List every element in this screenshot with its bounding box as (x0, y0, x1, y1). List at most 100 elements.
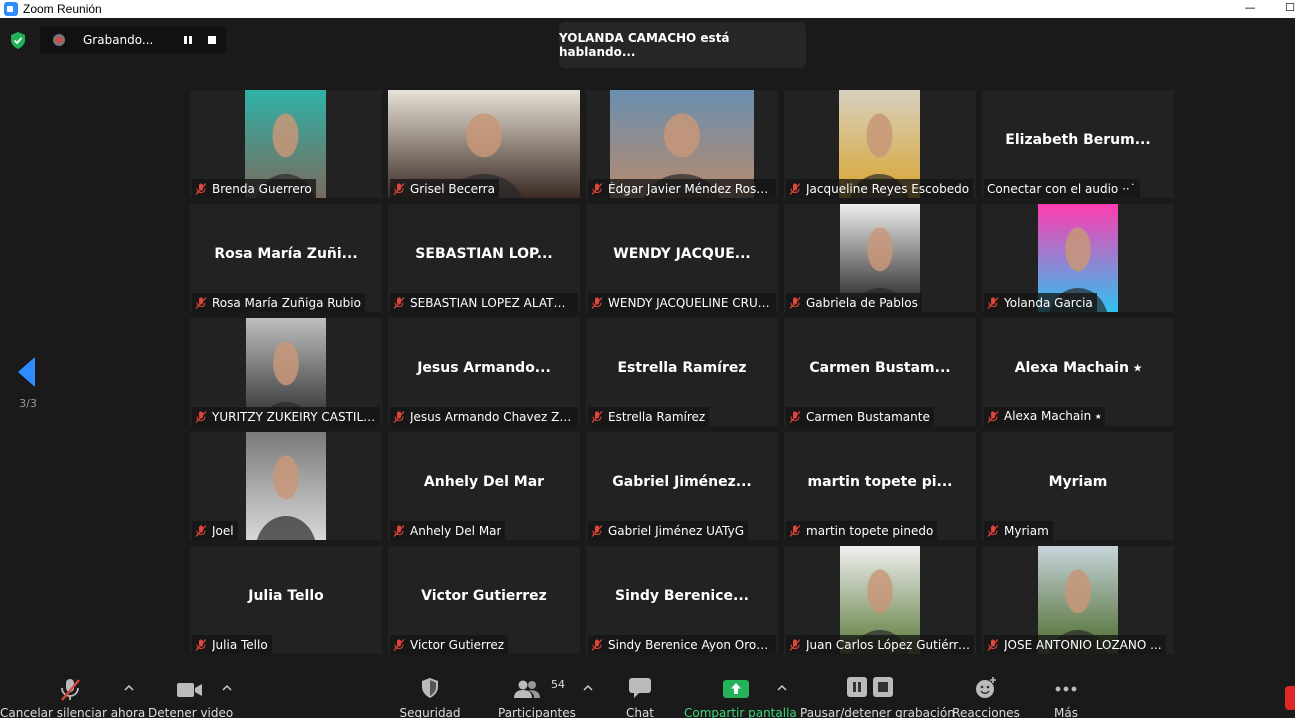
participant-display-name: Alexa Machain ⭑ (1014, 360, 1142, 376)
participant-display-name: SEBASTIAN LOP... (415, 246, 553, 262)
participant-name-text: Rosa María Zuñiga Rubio (212, 295, 361, 310)
pause-recording-icon[interactable] (182, 34, 194, 46)
share-screen-button[interactable]: Compartir pantalla (684, 666, 797, 718)
muted-microphone-icon (393, 296, 405, 309)
chat-button[interactable]: Chat (615, 666, 665, 718)
security-button[interactable]: Seguridad (395, 666, 465, 718)
participant-tile[interactable]: Estrella Ramírez Estrella Ramírez (586, 318, 778, 426)
share-options-caret-icon[interactable] (777, 684, 787, 692)
participant-tile[interactable]: Gabriela de Pablos (784, 204, 976, 312)
video-camera-icon (177, 683, 202, 697)
participant-name-label: Gabriel Jiménez UATyG (588, 521, 749, 540)
muted-microphone-icon (591, 410, 603, 423)
recording-indicator: Grabando... (40, 27, 226, 53)
participant-name-text[interactable]: Conectar con el audio ··˙ (987, 182, 1136, 196)
muted-microphone-icon (393, 638, 405, 651)
recording-label: Grabando... (83, 33, 154, 47)
participant-tile[interactable]: SEBASTIAN LOP... SEBASTIAN LOPEZ ALATOR..… (388, 204, 580, 312)
participant-tile[interactable]: YURITZY ZUKEIRY CASTILL... (190, 318, 382, 426)
participant-tile[interactable]: Brenda Guerrero (190, 90, 382, 198)
participant-name-label: Conectar con el audio ··˙ (984, 179, 1140, 198)
unmute-label: Cancelar silenciar ahora (0, 706, 146, 718)
participant-tile[interactable]: Elizabeth Berum... Conectar con el audio … (982, 90, 1174, 198)
chat-label: Chat (625, 706, 655, 718)
participant-tile[interactable]: Anhely Del Mar Anhely Del Mar (388, 432, 580, 540)
participants-options-caret-icon[interactable] (583, 684, 593, 692)
unmute-button[interactable]: Cancelar silenciar ahora (0, 666, 146, 718)
participant-name-label: WENDY JACQUELINE CRUZ... (588, 293, 776, 312)
participant-name-label: Estrella Ramírez (588, 407, 710, 426)
participant-name-label: Julia Tello (192, 635, 272, 654)
stop-recording-icon[interactable] (208, 36, 216, 44)
participant-name-text: Anhely Del Mar (410, 523, 502, 538)
minimize-button[interactable]: — (1240, 0, 1260, 18)
participant-name-text: Gabriela de Pablos (806, 295, 918, 310)
pause-stop-recording-button[interactable]: Pausar/detener grabación (800, 666, 955, 718)
participant-tile[interactable]: Julia Tello Julia Tello (190, 546, 382, 654)
participant-name-label: Jacqueline Reyes Escobedo (786, 179, 974, 198)
participant-name-label: martin topete pinedo (786, 521, 938, 540)
more-button[interactable]: Más (1040, 666, 1092, 718)
participant-name-label: Joel (192, 521, 238, 540)
participant-name-label: Grisel Becerra (390, 179, 499, 198)
share-screen-icon (723, 680, 749, 698)
participant-display-name: Gabriel Jiménez... (612, 474, 752, 490)
audio-options-caret-icon[interactable] (124, 684, 134, 692)
participant-display-name: Estrella Ramírez (617, 360, 747, 376)
participant-display-name: martin topete pi... (807, 474, 953, 490)
participant-tile[interactable]: WENDY JACQUE... WENDY JACQUELINE CRUZ... (586, 204, 778, 312)
participant-name-label: JOSE ANTONIO LOZANO ... (984, 635, 1166, 654)
participants-button[interactable]: 54 Participantes (498, 666, 576, 718)
participant-tile[interactable]: JOSE ANTONIO LOZANO ... (982, 546, 1174, 654)
chat-bubble-icon (629, 678, 651, 698)
participant-display-name: Julia Tello (248, 588, 324, 604)
participant-tile[interactable]: Juan Carlos López Gutiérrez (784, 546, 976, 654)
maximize-button[interactable]: ☐ (1280, 0, 1295, 18)
participant-name-text: YURITZY ZUKEIRY CASTILL... (212, 409, 376, 424)
participant-name-label: Victor Gutierrez (390, 635, 509, 654)
participant-tile[interactable]: Jacqueline Reyes Escobedo (784, 90, 976, 198)
participant-name-label: Carmen Bustamante (786, 407, 934, 426)
reactions-button[interactable]: Reacciones (950, 666, 1022, 718)
participant-tile[interactable]: Gabriel Jiménez... Gabriel Jiménez UATyG (586, 432, 778, 540)
video-options-caret-icon[interactable] (222, 684, 232, 692)
participant-name-text: JOSE ANTONIO LOZANO ... (1004, 637, 1162, 652)
participant-tile[interactable]: Grisel Becerra (388, 90, 580, 198)
participant-tile[interactable]: Victor Gutierrez Victor Gutierrez (388, 546, 580, 654)
participant-tile[interactable]: Rosa María Zuñi... Rosa María Zuñiga Rubi… (190, 204, 382, 312)
participant-tile[interactable]: Joel (190, 432, 382, 540)
participant-video (246, 432, 326, 540)
participant-tile[interactable]: Myriam Myriam (982, 432, 1174, 540)
participant-tile[interactable]: martin topete pi... martin topete pinedo (784, 432, 976, 540)
participant-tile[interactable]: Sindy Berenice... Sindy Berenice Ayon Oro… (586, 546, 778, 654)
emoji-reactions-icon (976, 677, 996, 698)
zoom-window: { "window": { "title": "Zoom Reunión" },… (0, 0, 1295, 718)
muted-microphone-icon (789, 182, 801, 195)
muted-microphone-icon (591, 524, 603, 537)
encryption-shield-icon[interactable] (10, 32, 26, 49)
muted-microphone-icon (789, 410, 801, 423)
participants-count: 54 (551, 678, 565, 691)
participant-tile[interactable]: Carmen Bustam... Carmen Bustamante (784, 318, 976, 426)
muted-microphone-icon (393, 410, 405, 423)
end-meeting-button[interactable] (1285, 686, 1295, 710)
muted-microphone-icon (987, 410, 999, 423)
recording-dot-icon (53, 34, 65, 46)
muted-microphone-icon (591, 182, 603, 195)
participant-display-name: Carmen Bustam... (809, 360, 951, 376)
participant-tile[interactable]: Édgar Javier Méndez Rosa... (586, 90, 778, 198)
muted-microphone-icon (195, 524, 207, 537)
participant-name-text: Julia Tello (212, 637, 268, 652)
participant-tile[interactable]: Jesus Armando... Jesus Armando Chavez Za.… (388, 318, 580, 426)
participant-tile[interactable]: Alexa Machain ⭑ Alexa Machain ⭑ (982, 318, 1174, 426)
participant-name-label: Juan Carlos López Gutiérrez (786, 635, 974, 654)
muted-microphone-icon (591, 296, 603, 309)
participant-tile[interactable]: Yolanda Garcia (982, 204, 1174, 312)
microphone-muted-icon (61, 679, 80, 701)
participant-name-text: Estrella Ramírez (608, 409, 706, 424)
participant-name-text: Carmen Bustamante (806, 409, 930, 424)
participant-name-label: Alexa Machain ⭑ (984, 407, 1106, 426)
muted-microphone-icon (195, 638, 207, 651)
previous-page-arrow-icon[interactable] (18, 357, 36, 387)
stop-video-button[interactable]: Detener video (148, 666, 233, 718)
